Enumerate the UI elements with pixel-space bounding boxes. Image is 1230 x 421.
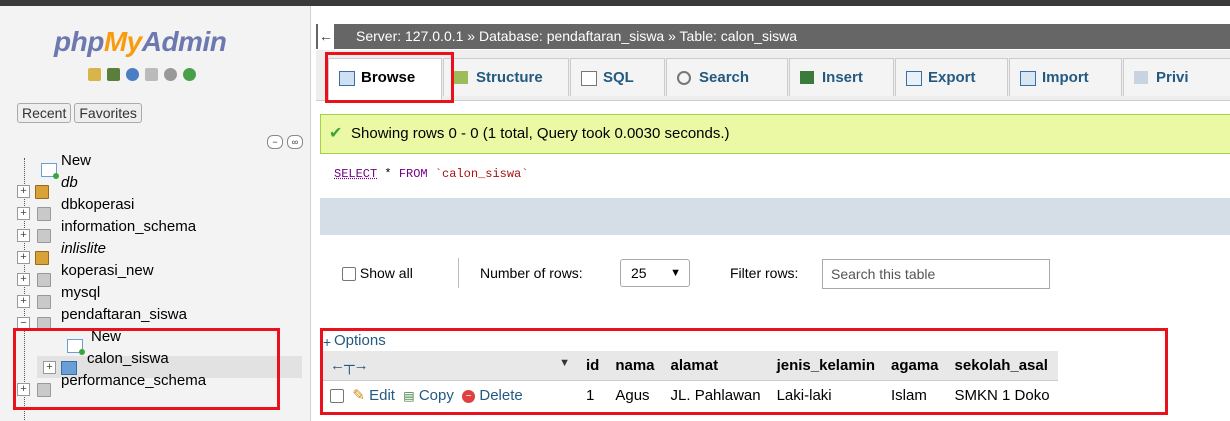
recent-tab[interactable]: Recent bbox=[17, 103, 72, 123]
documentation-icon[interactable] bbox=[145, 68, 158, 81]
tab-search[interactable]: Search bbox=[666, 58, 788, 96]
database-icon bbox=[35, 251, 49, 265]
tab-export[interactable]: Export bbox=[895, 58, 1008, 96]
tab-label: Insert bbox=[822, 69, 863, 86]
tab-insert[interactable]: Insert bbox=[789, 58, 894, 96]
expand-icon[interactable]: + bbox=[17, 251, 30, 264]
tab-import[interactable]: Import bbox=[1009, 58, 1122, 96]
insert-icon bbox=[800, 71, 814, 84]
logout-icon[interactable] bbox=[107, 68, 120, 81]
tab-label: Privi bbox=[1156, 69, 1189, 86]
sql-table-name: `calon_siswa` bbox=[434, 167, 529, 181]
tab-label: Export bbox=[928, 69, 976, 86]
logo-part-admin: Admin bbox=[141, 26, 227, 57]
tab-sql[interactable]: SQL bbox=[570, 58, 665, 96]
breadcrumb-server[interactable]: Server: 127.0.0.1 bbox=[356, 28, 463, 44]
recent-favorites-tabs: Recent Favorites bbox=[17, 103, 145, 123]
structure-icon bbox=[454, 71, 468, 84]
database-icon bbox=[37, 207, 51, 221]
message-text: Showing rows 0 - 0 (1 total, Query took … bbox=[351, 125, 730, 142]
tree-item-new[interactable]: New bbox=[15, 152, 310, 180]
query-actions-bar bbox=[320, 198, 1230, 235]
tree-item-label: pendaftaran_siswa bbox=[61, 306, 187, 323]
tab-privileges[interactable]: Privi bbox=[1123, 58, 1230, 96]
tab-label: Structure bbox=[476, 69, 543, 86]
database-icon bbox=[37, 273, 51, 287]
expand-icon[interactable]: + bbox=[17, 185, 30, 198]
chevron-down-icon: ▼ bbox=[670, 267, 681, 279]
divider bbox=[458, 258, 459, 288]
highlight-browse-tab bbox=[325, 52, 454, 103]
success-message: ✔ Showing rows 0 - 0 (1 total, Query too… bbox=[320, 114, 1230, 154]
search-icon bbox=[677, 71, 691, 85]
collapse-all-icon[interactable]: − bbox=[267, 135, 283, 149]
expand-icon[interactable]: + bbox=[17, 229, 30, 242]
show-all-checkbox[interactable] bbox=[342, 267, 356, 282]
sql-query-columns: * bbox=[377, 167, 399, 181]
tree-item-db[interactable]: + db bbox=[15, 174, 310, 202]
highlight-database-group bbox=[13, 328, 280, 410]
import-icon bbox=[1020, 71, 1036, 86]
breadcrumb-separator: » bbox=[467, 28, 476, 44]
rows-per-page-value: 25 bbox=[631, 265, 647, 281]
tree-item-label: db bbox=[61, 174, 78, 191]
help-icon[interactable] bbox=[126, 68, 139, 81]
settings-gear-icon[interactable] bbox=[164, 68, 177, 81]
logo-part-php: php bbox=[54, 26, 104, 57]
navigation-controls: Show all Number of rows: 25 ▼ Filter rows… bbox=[320, 258, 1230, 290]
export-icon bbox=[906, 71, 922, 86]
tree-item-koperasi-new[interactable]: + koperasi_new bbox=[15, 262, 310, 290]
filter-rows-input[interactable]: Search this table bbox=[822, 259, 1050, 289]
tree-item-inlislite[interactable]: + inlislite bbox=[15, 240, 310, 268]
reload-icon[interactable] bbox=[183, 68, 196, 81]
database-icon bbox=[37, 295, 51, 309]
tree-item-label: inlislite bbox=[61, 240, 107, 257]
sql-keyword-from: FROM bbox=[398, 167, 428, 181]
privileges-icon bbox=[1134, 71, 1148, 84]
link-with-main-icon[interactable]: ∞ bbox=[287, 135, 303, 149]
checkmark-icon: ✔ bbox=[329, 125, 343, 142]
tree-item-label: dbkoperasi bbox=[61, 196, 135, 213]
new-database-icon bbox=[41, 163, 59, 179]
show-all-label: Show all bbox=[359, 265, 413, 281]
tab-label: SQL bbox=[603, 69, 634, 86]
database-icon bbox=[35, 185, 49, 199]
phpmyadmin-logo[interactable]: phpMyAdmin bbox=[54, 26, 227, 58]
show-all-control[interactable]: Show all bbox=[342, 265, 413, 282]
filter-rows-label: Filter rows: bbox=[730, 265, 799, 281]
expand-icon[interactable]: + bbox=[17, 273, 30, 286]
sql-query-box: SELECT * FROM `calon_siswa` bbox=[320, 154, 1230, 199]
rows-per-page-select[interactable]: 25 ▼ bbox=[620, 259, 690, 287]
tab-structure[interactable]: Structure bbox=[443, 58, 569, 96]
breadcrumb: ← Server: 127.0.0.1 » Database: pendafta… bbox=[316, 24, 1230, 49]
sql-keyword-select[interactable]: SELECT bbox=[334, 167, 377, 181]
breadcrumb-path: Server: 127.0.0.1 » Database: pendaftara… bbox=[356, 24, 797, 49]
back-arrow-icon[interactable]: ← bbox=[318, 24, 334, 49]
favorites-tab[interactable]: Favorites bbox=[74, 103, 142, 123]
database-icon bbox=[37, 229, 51, 243]
breadcrumb-table[interactable]: Table: calon_siswa bbox=[680, 28, 798, 44]
expand-icon[interactable]: + bbox=[17, 207, 30, 220]
logo-part-my: My bbox=[103, 26, 142, 57]
tab-label: Import bbox=[1042, 69, 1089, 86]
sql-query: SELECT * FROM `calon_siswa` bbox=[334, 167, 528, 181]
sql-icon bbox=[581, 71, 597, 86]
tree-controls: − ∞ bbox=[267, 135, 303, 149]
tree-item-label: mysql bbox=[61, 284, 101, 301]
tree-item-label: New bbox=[61, 152, 92, 169]
tree-item-information-schema[interactable]: + information_schema bbox=[15, 218, 310, 246]
expand-icon[interactable]: + bbox=[17, 295, 30, 308]
number-of-rows-label: Number of rows: bbox=[480, 265, 583, 281]
home-icon[interactable] bbox=[88, 68, 101, 81]
tree-item-label: information_schema bbox=[61, 218, 197, 235]
tree-item-label: koperasi_new bbox=[61, 262, 154, 279]
quick-icons bbox=[88, 68, 196, 81]
tab-label: Search bbox=[699, 69, 750, 86]
breadcrumb-separator: » bbox=[668, 28, 676, 44]
highlight-results bbox=[320, 328, 1168, 415]
breadcrumb-database[interactable]: Database: pendaftaran_siswa bbox=[479, 28, 664, 44]
